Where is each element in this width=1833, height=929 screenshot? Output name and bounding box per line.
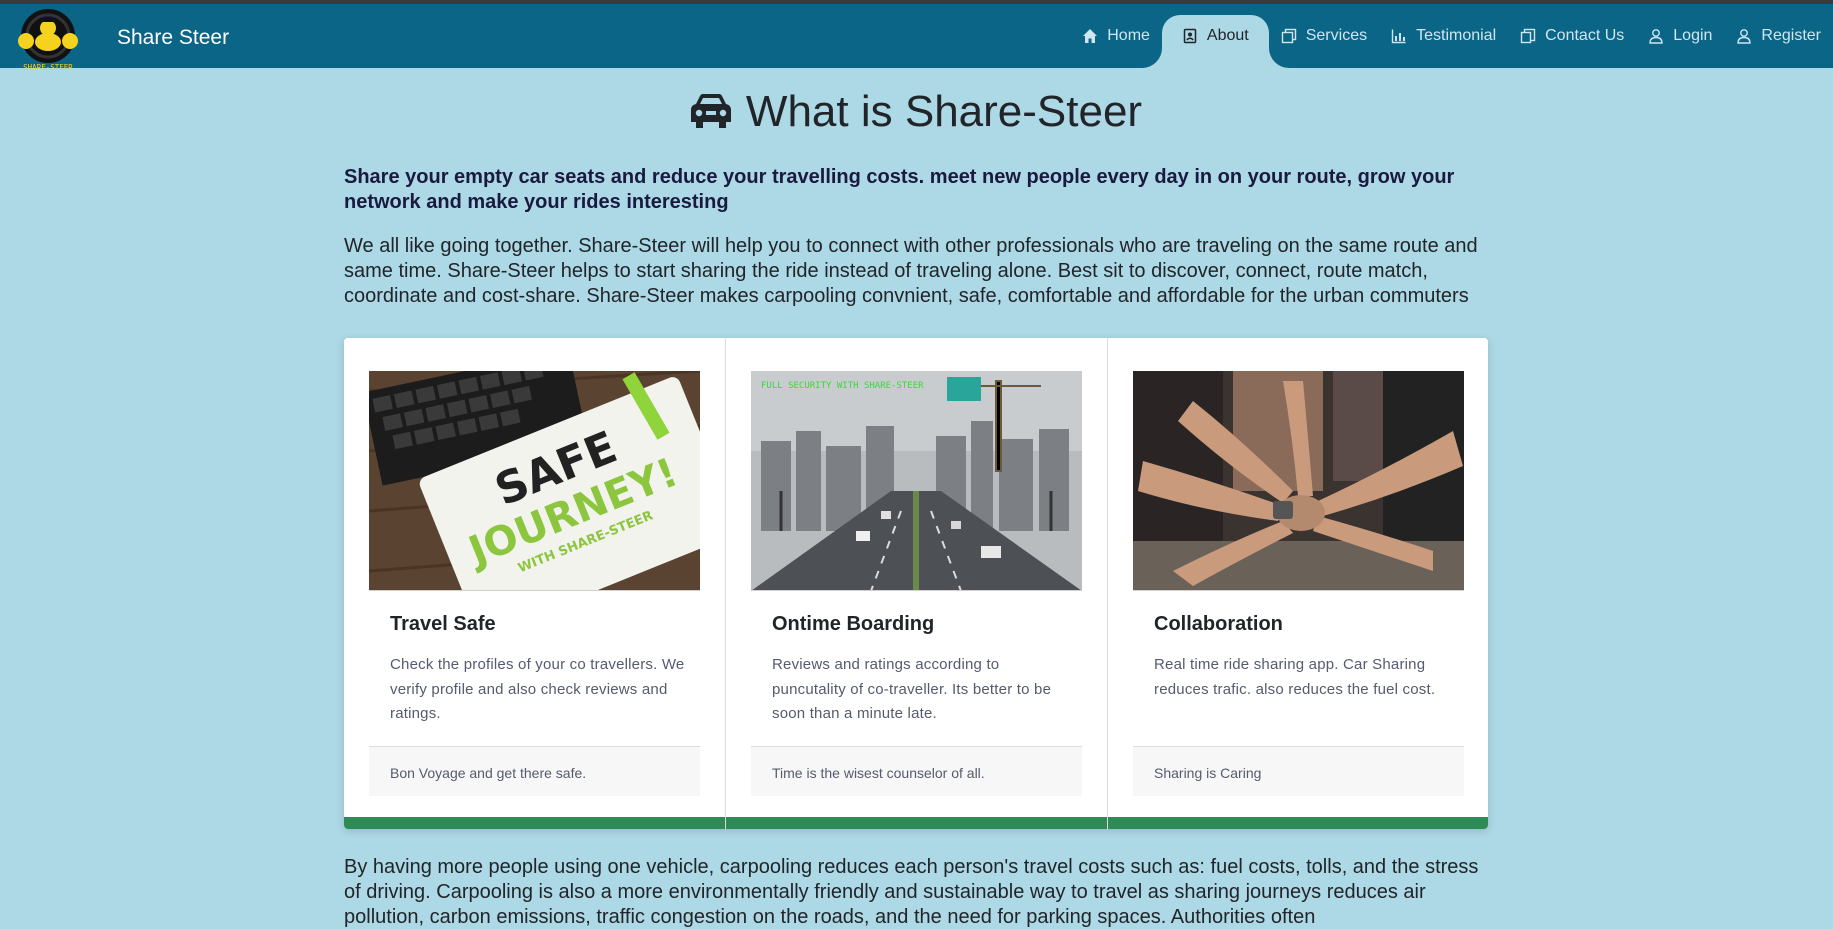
- navbar: SHARE-STEER Share Steer Home About Servi…: [0, 4, 1833, 72]
- svg-text:SHARE-STEER: SHARE-STEER: [23, 63, 73, 72]
- copy-icon: [1281, 28, 1296, 44]
- contact-book-icon: [1183, 28, 1197, 44]
- share-steer-logo[interactable]: SHARE-STEER: [4, 6, 92, 72]
- page-title-text: What is Share-Steer: [745, 87, 1143, 136]
- card-text: Check the profiles of your co travellers…: [390, 656, 685, 722]
- city-traffic-image: FULL SECURITY WITH SHARE-STEER: [751, 371, 1082, 591]
- feature-cards: SAFE JOURNEY! WITH SHARE-STEER Travel Sa…: [344, 338, 1488, 829]
- card-accent-bar: [726, 817, 1107, 829]
- nav-home-label: Home: [1107, 27, 1150, 44]
- nav-menu: Home About Services Testimonial Contact …: [1070, 4, 1833, 68]
- nav-testimonial-label: Testimonial: [1416, 27, 1497, 44]
- nav-about[interactable]: About: [1161, 15, 1269, 68]
- hands-together-image: [1133, 371, 1464, 591]
- lead-paragraph: Share your empty car seats and reduce yo…: [344, 166, 1455, 213]
- nav-contact-us-label: Contact Us: [1545, 27, 1625, 44]
- card-footer: Time is the wisest counselor of all.: [751, 746, 1082, 796]
- card-title: Ontime Boarding: [772, 613, 935, 635]
- brand-name[interactable]: Share Steer: [117, 26, 229, 50]
- home-icon: [1083, 29, 1098, 43]
- contact-copy-icon: [1520, 28, 1536, 44]
- bar-chart-icon: [1391, 29, 1406, 44]
- card-footer: Bon Voyage and get there safe.: [369, 746, 700, 796]
- nav-testimonial[interactable]: Testimonial: [1379, 4, 1508, 68]
- card-footer: Sharing is Caring: [1133, 746, 1464, 796]
- card-ontime-boarding: FULL SECURITY WITH SHARE-STEER Ontime Bo…: [726, 338, 1108, 829]
- nav-services[interactable]: Services: [1269, 4, 1379, 68]
- safe-journey-image: SAFE JOURNEY! WITH SHARE-STEER: [369, 371, 700, 591]
- nav-login-label: Login: [1673, 27, 1713, 44]
- card-text: Real time ride sharing app. Car Sharing …: [1154, 656, 1436, 698]
- nav-register[interactable]: Register: [1724, 4, 1833, 68]
- card-title: Travel Safe: [390, 613, 496, 635]
- card-title: Collaboration: [1154, 613, 1283, 635]
- page-title: What is Share-Steer: [344, 87, 1488, 136]
- outro-paragraph: By having more people using one vehicle,…: [344, 856, 1479, 928]
- card-accent-bar: [344, 817, 725, 829]
- nav-services-label: Services: [1305, 27, 1368, 44]
- main-content: What is Share-Steer Share your empty car…: [344, 68, 1488, 928]
- taxi-icon: [690, 94, 731, 128]
- nav-contact-us[interactable]: Contact Us: [1508, 4, 1636, 68]
- intro-paragraph: We all like going together. Share-Steer …: [344, 235, 1478, 307]
- nav-about-label: About: [1206, 27, 1249, 44]
- svg-text:FULL SECURITY WITH SHARE-STEER: FULL SECURITY WITH SHARE-STEER: [761, 381, 924, 391]
- card-accent-bar: [1108, 817, 1488, 829]
- card-collaboration: Collaboration Real time ride sharing app…: [1108, 338, 1488, 829]
- card-text: Reviews and ratings according to puncuta…: [772, 656, 1052, 722]
- nav-login[interactable]: Login: [1636, 4, 1724, 68]
- card-travel-safe: SAFE JOURNEY! WITH SHARE-STEER Travel Sa…: [344, 338, 726, 829]
- user-icon: [1649, 29, 1663, 44]
- user-icon: [1737, 29, 1752, 44]
- nav-register-label: Register: [1761, 27, 1821, 44]
